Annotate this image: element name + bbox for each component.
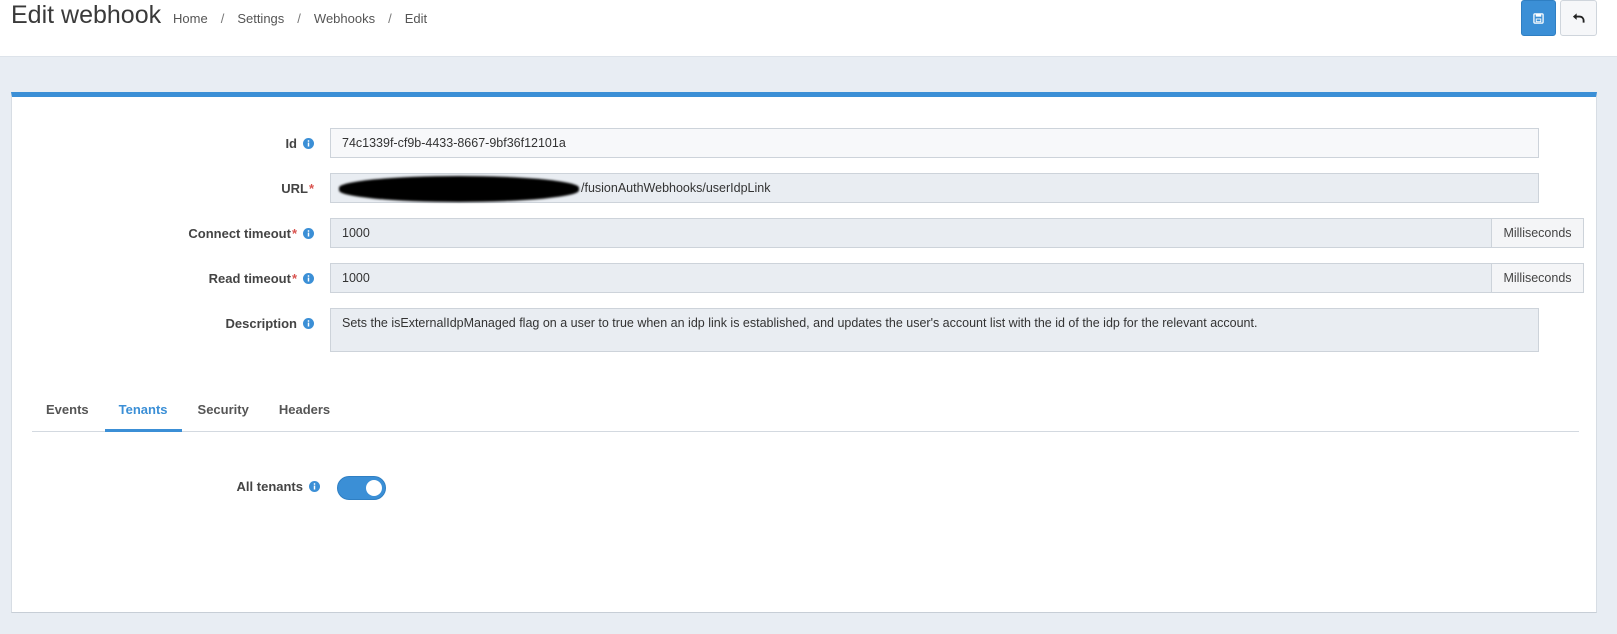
id-field[interactable]: 74c1339f-cf9b-4433-8667-9bf36f12101a [330,128,1539,158]
save-button[interactable] [1521,0,1556,36]
tab-headers[interactable]: Headers [265,387,344,432]
breadcrumb-settings[interactable]: Settings [237,10,284,27]
breadcrumb-home[interactable]: Home [173,10,208,27]
save-icon [1533,12,1544,24]
all-tenants-label: All tenants [237,479,320,494]
undo-icon [1572,13,1585,23]
top-bar: Edit webhook Home / Settings / Webhooks … [0,0,1617,57]
info-icon[interactable] [303,273,314,284]
connect-timeout-label: Connect timeout * [188,226,314,241]
id-label: Id [285,136,314,151]
read-timeout-unit: Milliseconds [1491,263,1584,293]
description-label: Description [225,316,314,331]
connect-timeout-input[interactable]: 1000 [330,218,1492,248]
breadcrumb-webhooks[interactable]: Webhooks [314,10,375,27]
read-timeout-label: Read timeout * [209,271,314,286]
description-row: Description Sets the isExternalIdpManage… [12,308,1598,352]
back-button[interactable] [1560,0,1597,36]
connect-timeout-row: Connect timeout * 1000 Milliseconds [12,218,1598,248]
breadcrumb-separator: / [388,11,392,26]
breadcrumb-separator: / [297,11,301,26]
read-timeout-row: Read timeout * 1000 Milliseconds [12,263,1598,293]
description-textarea[interactable]: Sets the isExternalIdpManaged flag on a … [330,308,1539,352]
url-label: URL * [281,181,314,196]
id-row: Id 74c1339f-cf9b-4433-8667-9bf36f12101a [12,128,1598,158]
tab-bar: Events Tenants Security Headers [32,387,1579,432]
page-title: Edit webhook [11,1,162,29]
redacted-region [339,176,579,202]
connect-timeout-unit: Milliseconds [1491,218,1584,248]
url-value: /fusionAuthWebhooks/userIdpLink [581,181,771,195]
toggle-knob [366,480,382,496]
url-row: URL * /fusionAuthWebhooks/userIdpLink [12,173,1598,203]
tab-tenants[interactable]: Tenants [104,387,182,432]
info-icon[interactable] [309,481,320,492]
info-icon[interactable] [303,138,314,149]
read-timeout-input[interactable]: 1000 [330,263,1492,293]
tab-events[interactable]: Events [32,387,103,432]
all-tenants-toggle[interactable] [337,476,386,500]
info-icon[interactable] [303,318,314,329]
breadcrumb-edit: Edit [404,11,428,26]
breadcrumb-separator: / [220,11,225,26]
info-icon[interactable] [303,228,314,239]
webhook-form-panel: Id 74c1339f-cf9b-4433-8667-9bf36f12101a … [11,92,1597,613]
url-input[interactable]: /fusionAuthWebhooks/userIdpLink [330,173,1539,203]
breadcrumb: Home / Settings / Webhooks / Edit [173,10,427,27]
tab-security[interactable]: Security [184,387,263,432]
